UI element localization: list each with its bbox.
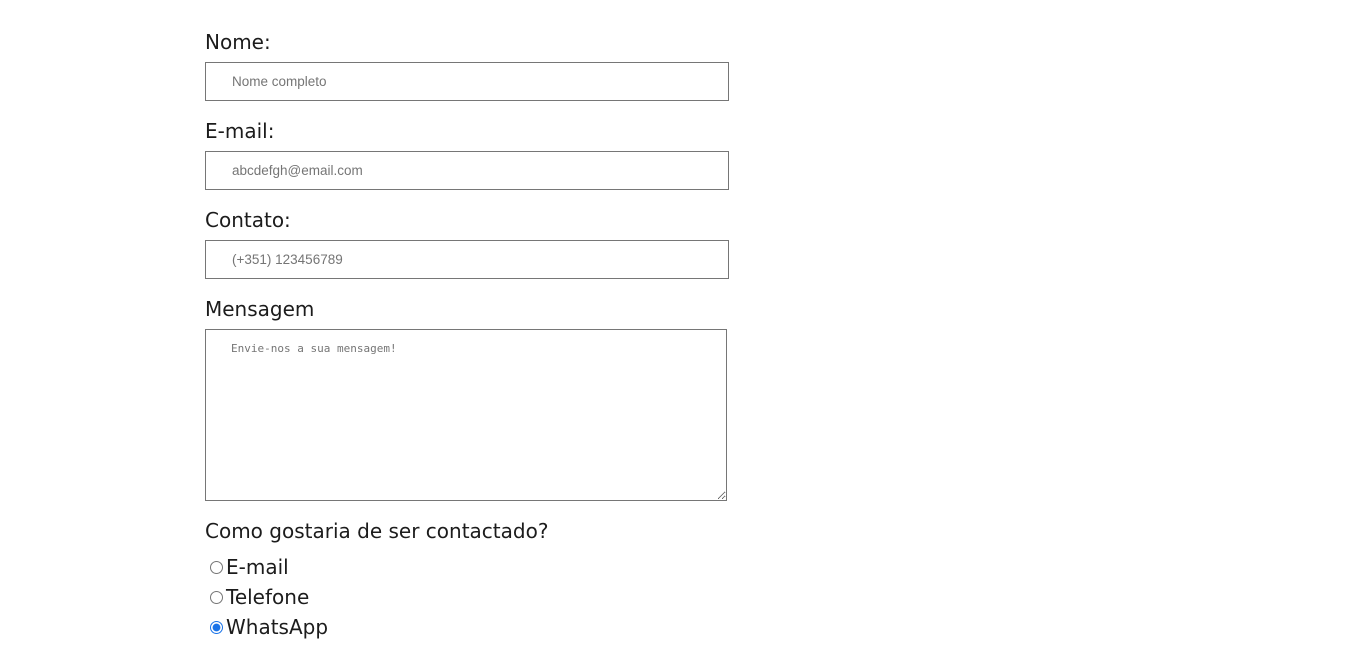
telefone-radio[interactable] <box>210 590 223 604</box>
contact-label: Contato: <box>205 208 291 232</box>
message-textarea[interactable] <box>205 329 727 501</box>
contact-preference-label: Como gostaria de ser contactado? <box>205 519 549 543</box>
whatsapp-radio[interactable] <box>210 620 223 634</box>
radio-label-whatsapp: WhatsApp <box>226 615 329 639</box>
radio-option-whatsapp[interactable]: WhatsApp <box>210 615 328 639</box>
email-label: E-mail: <box>205 119 275 143</box>
radio-option-telefone[interactable]: Telefone <box>210 585 309 609</box>
radio-label-telefone: Telefone <box>226 585 310 609</box>
message-label: Mensagem <box>205 297 315 321</box>
radio-label-email: E-mail <box>226 555 289 579</box>
email-input[interactable] <box>205 151 729 190</box>
name-input[interactable] <box>205 62 729 101</box>
radio-option-email[interactable]: E-mail <box>210 555 289 579</box>
name-label: Nome: <box>205 30 271 54</box>
email-radio[interactable] <box>210 560 223 574</box>
contact-input[interactable] <box>205 240 729 279</box>
